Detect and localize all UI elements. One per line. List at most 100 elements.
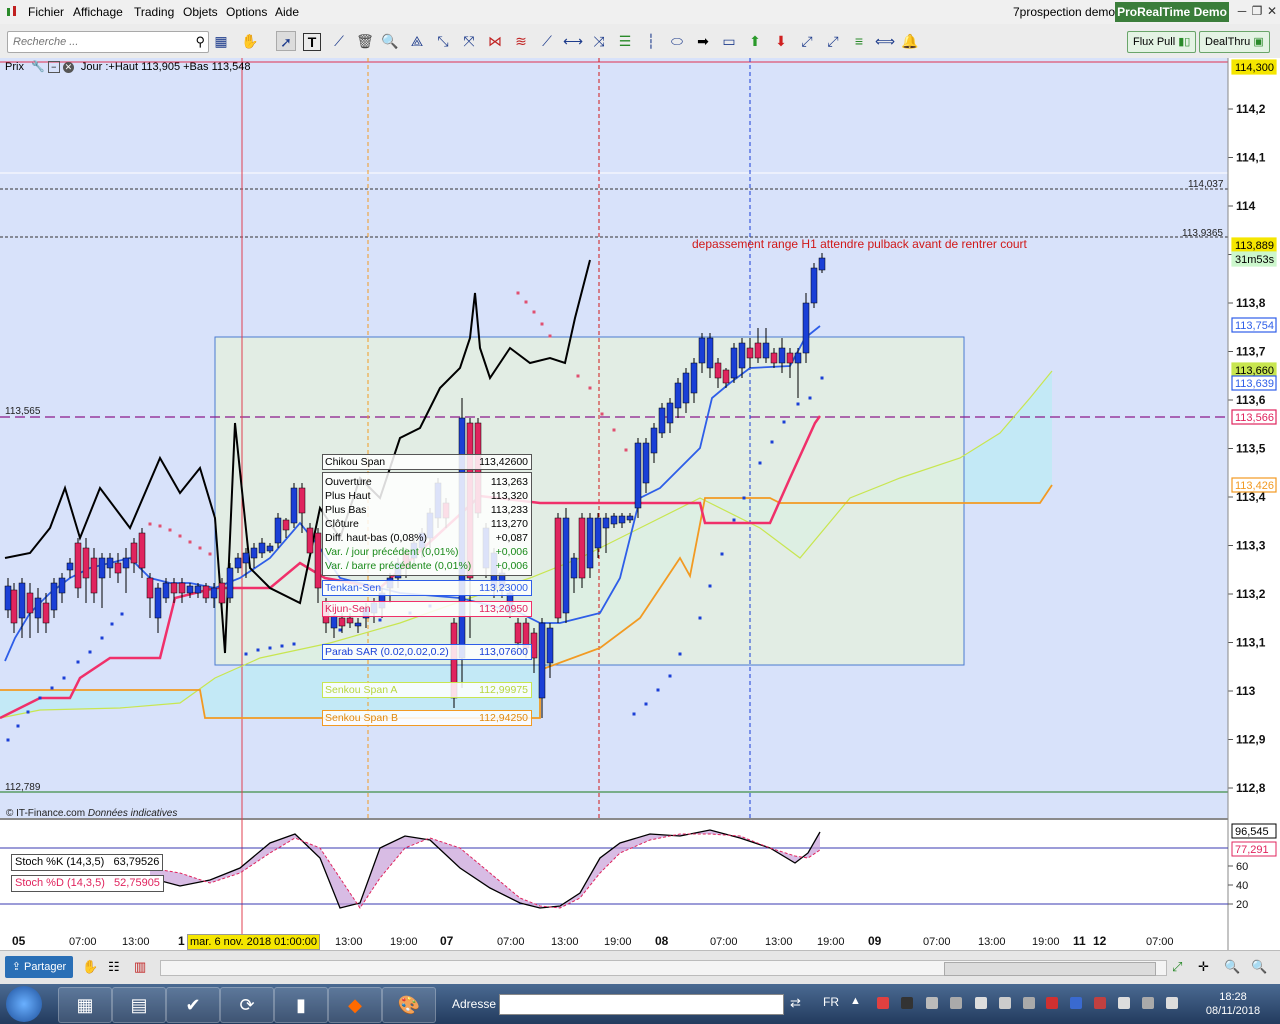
- tray-volume-icon[interactable]: [1118, 997, 1130, 1009]
- trend-line-icon[interactable]: ≋: [511, 31, 531, 51]
- tray-usb-icon[interactable]: [1023, 997, 1035, 1009]
- magnet-icon[interactable]: ⟁: [407, 31, 427, 51]
- search-icon[interactable]: ⚲: [195, 34, 205, 50]
- measure-icon[interactable]: ⟺: [875, 31, 895, 51]
- channel-icon[interactable]: ⟷: [563, 31, 583, 51]
- menu-trading[interactable]: Trading: [134, 5, 174, 19]
- alert-bell-icon[interactable]: 🔔: [900, 31, 920, 51]
- candle-body: [138, 532, 146, 569]
- fibonacci-fan-icon[interactable]: ⋈: [485, 31, 505, 51]
- candle-body: [50, 582, 58, 611]
- tray-flag-icon[interactable]: [1166, 997, 1178, 1009]
- list-icon[interactable]: ☷: [108, 959, 120, 975]
- segment-icon[interactable]: ⤡: [433, 31, 453, 51]
- hand-cursor-icon[interactable]: ✋: [82, 959, 98, 975]
- paint-icon[interactable]: 🎨: [382, 987, 436, 1023]
- excel-icon[interactable]: ▦: [58, 987, 112, 1023]
- trash-icon[interactable]: 🗑: [355, 31, 375, 51]
- x-tick-label: 09: [868, 934, 882, 948]
- tray-app-icon[interactable]: [877, 997, 889, 1009]
- arrow-right-icon[interactable]: ➡: [693, 31, 713, 51]
- tray-expand-icon[interactable]: ▲: [850, 995, 861, 1007]
- pointer-icon[interactable]: ➚: [276, 31, 296, 51]
- menu-fichier[interactable]: Fichier: [28, 5, 64, 19]
- checkmark-app-icon[interactable]: ✔: [166, 987, 220, 1023]
- fibonacci-icon[interactable]: ⤧: [459, 31, 479, 51]
- tray-ups-icon[interactable]: [901, 997, 913, 1009]
- address-input[interactable]: [499, 994, 784, 1015]
- account-name: 7prospection demo: [1013, 5, 1116, 19]
- candle-body: [34, 597, 42, 619]
- candle-body: [618, 515, 626, 524]
- tray-network-icon[interactable]: [1094, 997, 1106, 1009]
- tray-monitor-icon[interactable]: [975, 997, 987, 1009]
- tray-settings-icon[interactable]: [926, 997, 938, 1009]
- crosshair-icon[interactable]: ✛: [1198, 959, 1209, 975]
- cabinet-icon[interactable]: ▤: [112, 987, 166, 1023]
- restore-icon[interactable]: ❐: [1250, 4, 1264, 18]
- up-arrow-icon[interactable]: ⬆: [745, 31, 765, 51]
- ellipse-icon[interactable]: ⬭: [667, 31, 687, 51]
- expand-icon[interactable]: ⤢: [823, 31, 843, 51]
- zoom-icon[interactable]: 🔍: [380, 31, 400, 51]
- menu-aide[interactable]: Aide: [275, 5, 299, 19]
- share-button[interactable]: ⇪ Partager: [5, 956, 73, 978]
- menu-options[interactable]: Options: [226, 5, 267, 19]
- down-arrow-icon[interactable]: ⬇: [771, 31, 791, 51]
- minimize-icon[interactable]: ─: [1235, 4, 1249, 18]
- tray-gear-icon[interactable]: [950, 997, 962, 1009]
- regression-icon[interactable]: ⤨: [589, 31, 609, 51]
- zoom-out-icon[interactable]: 🔍: [1224, 959, 1240, 975]
- sar-dot: [612, 428, 616, 432]
- go-icon[interactable]: ⇄: [790, 995, 801, 1011]
- zoom-in-icon[interactable]: 🔍: [1251, 959, 1267, 975]
- line-cross-icon[interactable]: ⤢: [797, 31, 817, 51]
- y-tick-label: 113,2: [1236, 587, 1266, 601]
- price-chart[interactable]: 114,2114,1114113,9113,8113,7113,6113,511…: [0, 58, 1280, 950]
- sar-dot: [668, 674, 672, 678]
- search-box[interactable]: ⚲: [7, 31, 209, 53]
- sar-dot: [88, 650, 92, 654]
- vertical-line-icon[interactable]: ┆: [641, 31, 661, 51]
- k-app-icon[interactable]: ◆: [328, 987, 382, 1023]
- tray-antivirus-icon[interactable]: [1046, 997, 1058, 1009]
- menu-objets[interactable]: Objets: [183, 5, 218, 19]
- scroll-thumb[interactable]: [944, 962, 1156, 976]
- close-icon[interactable]: ✕: [1265, 4, 1279, 18]
- tray-battery-icon[interactable]: [1142, 997, 1154, 1009]
- horizontal-line-icon[interactable]: ⟋: [537, 31, 557, 51]
- flux-pull-button[interactable]: Flux Pull ▮▯: [1127, 31, 1197, 53]
- ruler-icon[interactable]: ⟋: [329, 31, 349, 51]
- sar-dot: [280, 644, 284, 648]
- clock[interactable]: 18:28 08/11/2018: [1198, 990, 1268, 1018]
- collapse-icon[interactable]: −: [47, 61, 60, 73]
- menu-affichage[interactable]: Affichage: [73, 5, 123, 19]
- chart-bottom-bar: ⇪ Partager ✋ ☷ ▥ ⤢ ✛ 🔍 🔍: [0, 950, 1280, 984]
- candle-body: [298, 487, 306, 514]
- prorealtime-icon[interactable]: ▮: [274, 987, 328, 1023]
- candle-body: [570, 557, 578, 579]
- tray-update-icon[interactable]: [1070, 997, 1082, 1009]
- autoscale-icon[interactable]: ⤢: [1172, 959, 1182, 975]
- bars-icon[interactable]: ▥: [134, 959, 146, 975]
- language-indicator[interactable]: FR: [823, 995, 839, 1009]
- search-input[interactable]: [11, 32, 185, 52]
- sar-dot: [708, 584, 712, 588]
- hand-icon[interactable]: ✋: [240, 31, 260, 51]
- pitchfork-icon[interactable]: ☰: [615, 31, 635, 51]
- screener-icon[interactable]: ▦: [211, 31, 231, 51]
- start-button[interactable]: [6, 986, 42, 1022]
- chart-window[interactable]: 114,2114,1114113,9113,8113,7113,6113,511…: [0, 58, 1280, 950]
- close-chart-icon[interactable]: ✕: [62, 62, 74, 73]
- cart-icon: ▣: [1253, 36, 1264, 48]
- tray-device-icon[interactable]: [999, 997, 1011, 1009]
- rectangle-icon[interactable]: ▭: [719, 31, 739, 51]
- dealthru-button[interactable]: DealThru ▣: [1199, 31, 1270, 53]
- chart-header: Prix 🔧 − ✕ Jour :+Haut 113,905 +Bas 113,…: [5, 60, 251, 74]
- text-tool-icon[interactable]: T: [303, 33, 321, 51]
- wrench-icon[interactable]: 🔧: [31, 61, 45, 73]
- y-tick-label: 113,1: [1236, 636, 1266, 650]
- gann-icon[interactable]: ≡: [849, 31, 869, 51]
- refresh-app-icon[interactable]: ⟳: [220, 987, 274, 1023]
- horizontal-scrollbar[interactable]: [160, 960, 1167, 976]
